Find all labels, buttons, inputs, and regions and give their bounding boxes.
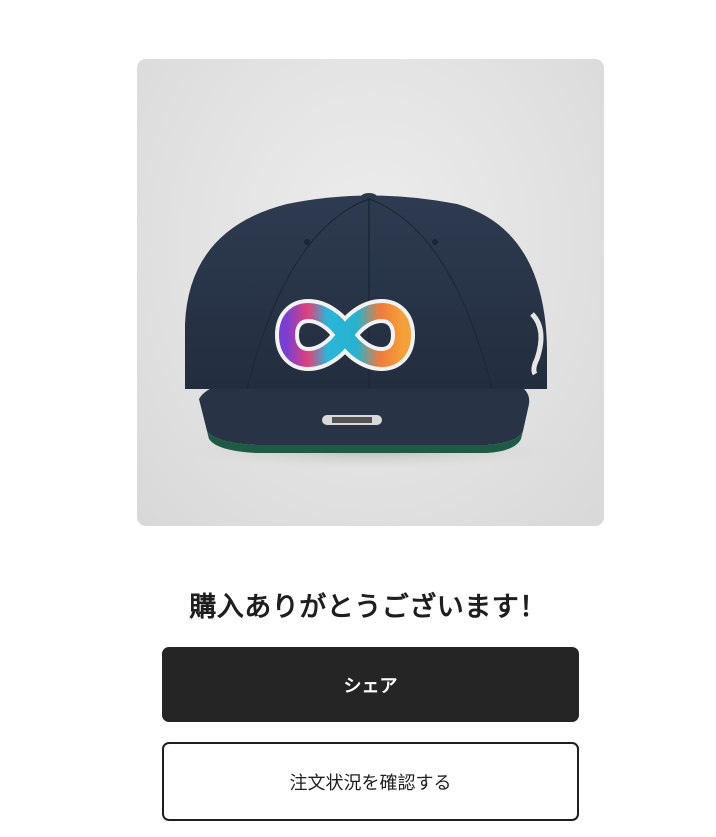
thank-you-heading: 購入ありがとうございます！ bbox=[189, 592, 547, 623]
product-image bbox=[137, 59, 604, 526]
check-order-status-label: 注文状況を確認する bbox=[289, 772, 452, 794]
share-button[interactable]: シェア bbox=[162, 647, 579, 722]
share-button-label: シェア bbox=[343, 675, 398, 697]
purchase-complete-page: 購入ありがとうございます！ シェア 注文状況を確認する bbox=[0, 0, 716, 837]
check-order-status-button[interactable]: 注文状況を確認する bbox=[162, 742, 579, 821]
